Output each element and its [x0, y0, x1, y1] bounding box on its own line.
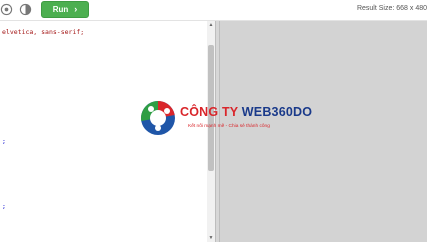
company-logo: [141, 101, 175, 135]
code-line: ;: [2, 137, 6, 145]
code-text: elvetica, sans-serif;: [2, 28, 85, 36]
scroll-down-icon[interactable]: ▼: [208, 235, 214, 241]
scroll-up-icon[interactable]: ▲: [208, 22, 214, 28]
company-name-part-1: CÔNG TY: [180, 105, 242, 119]
chevron-right-icon: ›: [74, 4, 78, 14]
company-name-part-2: WEB360DO: [241, 105, 313, 119]
code-text: ;: [2, 137, 6, 145]
run-button[interactable]: Run ›: [41, 1, 89, 18]
toolbar: Run › Result Size: 668 x 480: [0, 0, 427, 21]
code-line: elvetica, sans-serif;: [2, 28, 84, 36]
code-text: ;: [2, 202, 6, 210]
run-button-label: Run: [52, 5, 69, 14]
code-playground: Run › Result Size: 668 x 480 elvetica, s…: [0, 0, 427, 242]
settings-icon[interactable]: [0, 3, 13, 16]
company-tagline: Kết nối mạnh mẽ - Chia sẻ thành công: [188, 124, 270, 129]
code-line: ;: [2, 202, 6, 210]
contrast-icon[interactable]: [19, 3, 32, 16]
company-watermark: CÔNG TY WEB360DO Kết nối mạnh mẽ - Chia …: [140, 100, 312, 140]
company-name: CÔNG TY WEB360DO: [180, 105, 312, 119]
result-size-readout: Result Size: 668 x 480: [356, 5, 427, 12]
